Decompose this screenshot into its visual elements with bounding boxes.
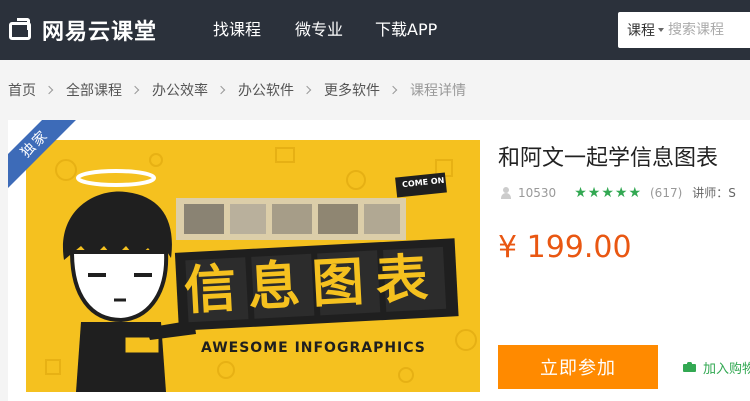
- breadcrumb-more-software[interactable]: 更多软件: [324, 80, 380, 100]
- teacher-label[interactable]: 讲师：S: [692, 184, 736, 201]
- user-icon: [500, 186, 512, 199]
- breadcrumb-course-detail: 课程详情: [410, 83, 466, 99]
- search-input[interactable]: [668, 22, 748, 38]
- chevron-right-icon: [302, 85, 312, 95]
- nav-download-app[interactable]: 下载APP: [375, 0, 437, 60]
- breadcrumb: 首页 全部课程 办公效率 办公软件 更多软件 课程详情: [8, 80, 466, 100]
- caret-down-icon[interactable]: [658, 28, 664, 32]
- chevron-right-icon: [130, 85, 140, 95]
- enroll-button[interactable]: 立即参加: [498, 345, 658, 389]
- breadcrumb-home[interactable]: 首页: [8, 80, 36, 100]
- star-icon: ★: [574, 184, 587, 201]
- nav-micro-major[interactable]: 微专业: [295, 0, 343, 60]
- logo-text: 网易云课堂: [42, 20, 158, 45]
- star-icon: ★: [628, 184, 641, 201]
- course-price: ¥ 199.00: [498, 230, 632, 265]
- exclusive-badge-label: 独家: [8, 120, 78, 190]
- nav-find-course[interactable]: 找课程: [213, 0, 261, 60]
- top-nav-bar: 网易云课堂 找课程 微专业 下载APP 课程: [0, 0, 750, 60]
- breadcrumb-all-courses[interactable]: 全部课程: [66, 80, 122, 100]
- search-category-select[interactable]: 课程: [627, 20, 655, 40]
- star-icon: ★: [587, 184, 601, 201]
- add-to-cart-label: 加入购物: [703, 362, 750, 377]
- learner-count: 10530: [518, 185, 557, 200]
- chevron-right-icon: [44, 85, 54, 95]
- chevron-right-icon: [388, 85, 398, 95]
- star-icon: ★: [614, 184, 628, 201]
- course-meta: 10530 ★ ★ ★ ★ ★ (617) 讲师：S: [500, 184, 736, 201]
- rating-count[interactable]: (617): [650, 186, 682, 200]
- breadcrumb-office-efficiency[interactable]: 办公效率: [152, 80, 208, 100]
- site-logo[interactable]: 网易云课堂: [8, 16, 158, 45]
- star-icon: ★: [601, 184, 614, 201]
- rating-stars: ★ ★ ★ ★ ★: [574, 186, 642, 200]
- search-box: 课程: [618, 12, 750, 48]
- add-to-cart-link[interactable]: 加入购物: [683, 358, 750, 377]
- cover-subtitle: AWESOME INFOGRAPHICS: [201, 340, 426, 356]
- breadcrumb-office-software[interactable]: 办公软件: [238, 80, 294, 100]
- chevron-right-icon: [216, 85, 226, 95]
- exclusive-badge: 独家: [8, 120, 78, 190]
- logo-icon: [8, 17, 34, 43]
- course-cover-image[interactable]: COME ON 信息图表 AWESOME INFOGRAPHICS: [26, 140, 480, 392]
- cart-icon: [683, 361, 697, 374]
- course-title: 和阿文一起学信息图表: [498, 146, 719, 171]
